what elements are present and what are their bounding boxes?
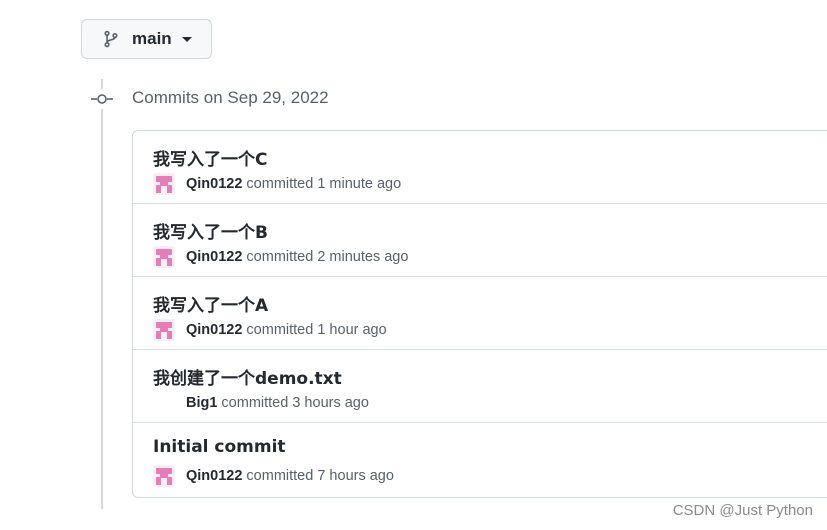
avatar[interactable] [153, 319, 175, 341]
commit-meta: Big1 committed 3 hours ago [153, 392, 369, 414]
commit-action-text: committed [221, 395, 289, 411]
commit-author-link[interactable]: Qin0122 [186, 249, 242, 265]
commit-relative-time: 1 minute ago [317, 176, 402, 192]
commit-action-text: committed [246, 249, 314, 265]
commit-author-link[interactable]: Big1 [186, 395, 217, 411]
commit-title-link[interactable]: 我写入了一个C [153, 145, 267, 170]
git-branch-icon [102, 30, 120, 48]
chevron-down-icon [181, 36, 192, 42]
commit-author-link[interactable]: Qin0122 [186, 176, 242, 192]
commit-relative-time: 3 hours ago [292, 395, 369, 411]
commit-author-link[interactable]: Qin0122 [186, 322, 242, 338]
watermark: CSDN @Just Python [672, 502, 813, 519]
commit-author-link[interactable]: Qin0122 [186, 468, 242, 484]
commit-relative-time: 7 hours ago [317, 468, 394, 484]
commit-list: 我写入了一个C Qin0122 committed 1 minute ago 我… [132, 130, 827, 498]
commit-title-link[interactable]: 我创建了一个demo.txt [153, 364, 342, 389]
branch-select-button[interactable]: main [81, 19, 212, 59]
commits-date-heading: Commits on Sep 29, 2022 [132, 88, 329, 107]
commit-action-text: committed [246, 468, 314, 484]
commit-meta: Qin0122 committed 7 hours ago [153, 465, 394, 487]
git-commit-icon [91, 89, 113, 109]
commit-action-text: committed [246, 322, 314, 338]
commit-title-link[interactable]: Initial commit [153, 437, 286, 457]
avatar[interactable] [153, 465, 175, 487]
timeline-line [101, 79, 103, 509]
commit-meta: Qin0122 committed 2 minutes ago [153, 246, 408, 268]
commit-item: 我创建了一个demo.txt Big1 committed 3 hours ag… [133, 350, 827, 423]
avatar[interactable] [153, 246, 175, 268]
commit-item: Initial commit Qin0122 committed 7 hours… [133, 423, 827, 496]
commit-title-link[interactable]: 我写入了一个B [153, 218, 268, 243]
commit-relative-time: 2 minutes ago [317, 249, 409, 265]
commit-title-link[interactable]: 我写入了一个A [153, 291, 268, 316]
commit-item: 我写入了一个B Qin0122 committed 2 minutes ago [133, 204, 827, 277]
avatar-placeholder [153, 392, 175, 414]
commit-relative-time: 1 hour ago [317, 322, 387, 338]
commit-meta: Qin0122 committed 1 hour ago [153, 319, 387, 341]
commit-item: 我写入了一个A Qin0122 committed 1 hour ago [133, 277, 827, 350]
avatar[interactable] [153, 173, 175, 195]
commit-item: 我写入了一个C Qin0122 committed 1 minute ago [133, 131, 827, 204]
branch-name: main [132, 29, 172, 48]
commit-action-text: committed [246, 176, 314, 192]
commit-meta: Qin0122 committed 1 minute ago [153, 173, 401, 195]
